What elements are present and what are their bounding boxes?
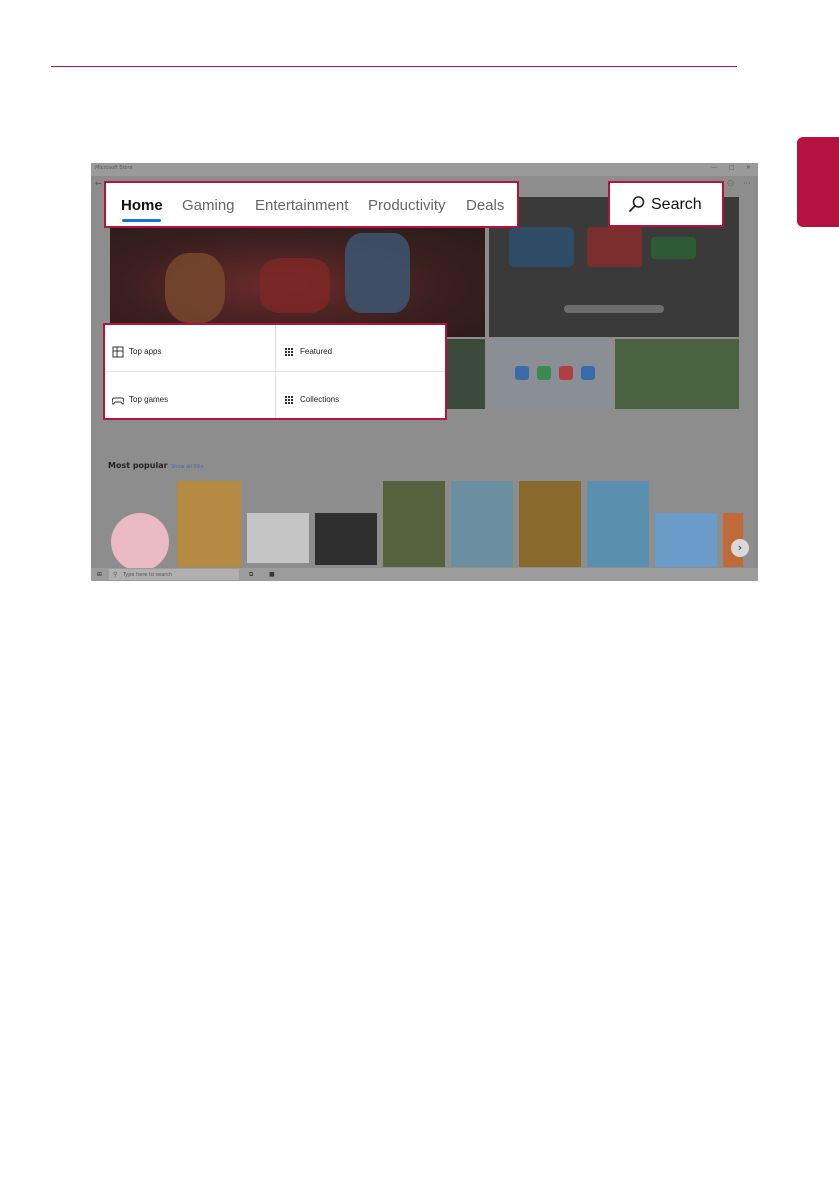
account-icon[interactable]: ⚇ xyxy=(727,179,734,188)
taskbar-search-box[interactable]: ⚲ Type here to search xyxy=(109,569,239,580)
maximize-icon[interactable]: □ xyxy=(729,164,735,171)
search-label: Search xyxy=(651,196,702,213)
search-icon xyxy=(629,196,645,212)
app-tile[interactable] xyxy=(383,481,445,567)
app-tile[interactable] xyxy=(315,513,377,565)
hero-banner-left[interactable] xyxy=(110,223,485,337)
store-taskbar-icon[interactable]: ■ xyxy=(269,571,275,578)
top-apps-icon xyxy=(112,346,124,358)
header-rule xyxy=(51,66,737,67)
tab-home[interactable]: Home xyxy=(121,197,163,214)
scroll-next-button[interactable]: › xyxy=(731,539,749,557)
active-tab-indicator xyxy=(122,219,161,222)
promo-app-icons xyxy=(515,366,595,380)
tab-deals[interactable]: Deals xyxy=(466,197,504,214)
tab-productivity[interactable]: Productivity xyxy=(368,197,446,214)
nav-tabs-highlight: Home Gaming Entertainment Productivity D… xyxy=(104,181,519,228)
app-tile[interactable] xyxy=(519,481,581,567)
close-icon[interactable]: ✕ xyxy=(746,164,751,171)
promo-tile[interactable] xyxy=(441,339,485,409)
app-tile[interactable] xyxy=(451,481,513,567)
quick-links-highlight: Top apps Featured Top games Collections xyxy=(103,323,447,420)
top-games-label: Top games xyxy=(129,395,169,404)
app-tile[interactable] xyxy=(111,513,169,571)
taskbar-search-text: Type here to search xyxy=(123,572,173,578)
tab-entertainment[interactable]: Entertainment xyxy=(255,197,348,214)
featured-label: Featured xyxy=(300,347,333,356)
minimize-icon[interactable]: — xyxy=(711,164,717,171)
featured-grid-icon xyxy=(285,348,293,356)
back-arrow-icon[interactable]: ← xyxy=(95,179,102,188)
task-view-icon[interactable]: ⧉ xyxy=(249,571,253,579)
top-apps-label: Top apps xyxy=(129,347,162,356)
window-title: Microsoft Store xyxy=(95,165,133,171)
windows-taskbar: ⊞ ⚲ Type here to search ⧉ ■ xyxy=(91,568,758,581)
window-titlebar: Microsoft Store — □ ✕ xyxy=(91,163,758,176)
promo-tile[interactable] xyxy=(615,339,739,409)
gamepad-icon xyxy=(112,397,124,405)
chapter-side-tab xyxy=(797,137,839,227)
app-tile[interactable] xyxy=(177,481,241,567)
section-title: Most popular xyxy=(108,461,168,470)
app-tile[interactable] xyxy=(247,513,309,563)
collections-grid-icon xyxy=(285,396,293,404)
tab-gaming[interactable]: Gaming xyxy=(182,197,235,214)
search-button[interactable]: Search xyxy=(608,181,724,227)
show-all-link[interactable]: Show all 99+ xyxy=(171,464,204,470)
search-icon: ⚲ xyxy=(113,571,118,578)
more-options-icon[interactable]: ··· xyxy=(743,179,751,188)
app-tile[interactable] xyxy=(587,481,649,567)
collections-label: Collections xyxy=(300,395,340,404)
app-tile[interactable] xyxy=(655,513,717,567)
windows-start-icon[interactable]: ⊞ xyxy=(97,571,102,578)
